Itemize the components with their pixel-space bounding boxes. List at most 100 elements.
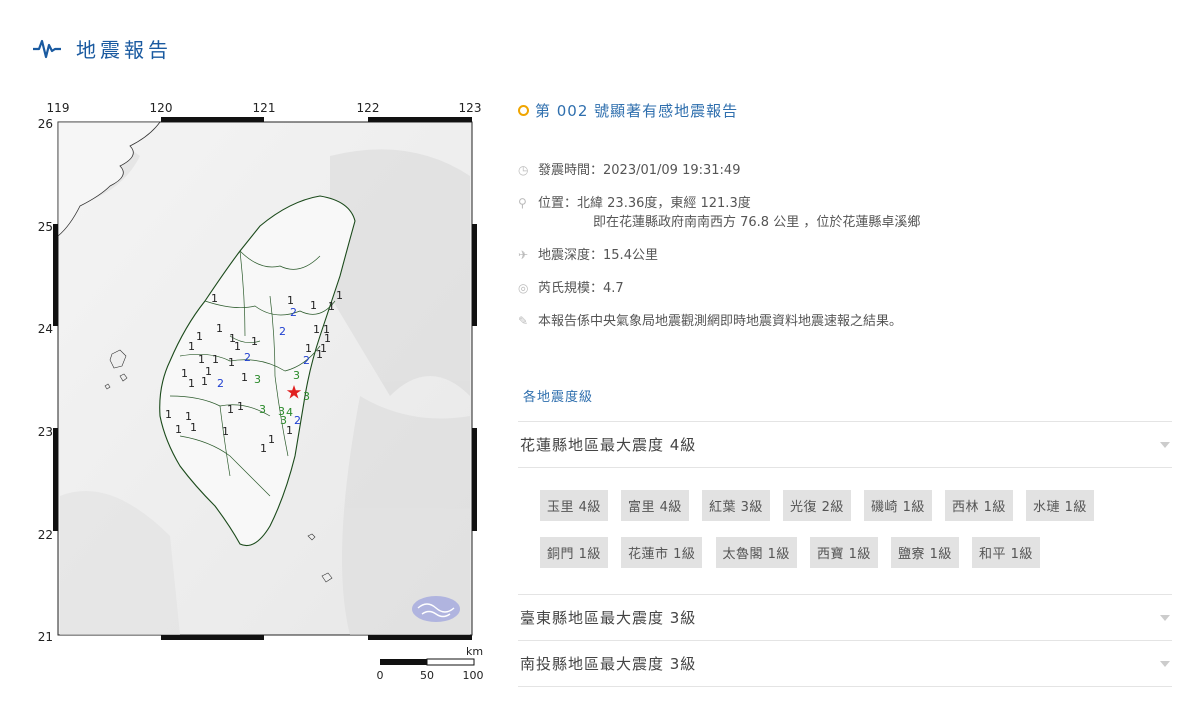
- svg-text:1: 1: [228, 356, 235, 369]
- lat-tick: 26: [38, 117, 53, 131]
- svg-text:3: 3: [303, 390, 310, 403]
- time-label: 發震時間：: [538, 163, 604, 178]
- station-chip: 西寶 1級: [810, 537, 878, 568]
- svg-text:2: 2: [279, 325, 286, 338]
- time-value: 2023/01/09 19:31:49: [603, 163, 741, 178]
- intensity-section-label: 各地震度級: [523, 390, 594, 405]
- station-chip: 鹽寮 1級: [891, 537, 959, 568]
- svg-text:2: 2: [244, 351, 251, 364]
- chevron-down-icon[interactable]: [1160, 660, 1170, 667]
- lon-labels: 119 120 121 122 123: [47, 101, 482, 115]
- lon-tick: 119: [47, 101, 70, 115]
- page-header: 地震報告: [32, 34, 172, 63]
- county-title: 臺東縣地區最大震度 3級: [520, 609, 697, 627]
- scale-unit: km: [466, 645, 483, 658]
- station-chip: 紅葉 3級: [702, 490, 770, 521]
- depth-icon: ✈: [518, 248, 529, 262]
- location-row: ⚲ 位置： 北緯 23.36度，東經 121.3度: [518, 194, 1178, 213]
- time-row: ◷ 發震時間： 2023/01/09 19:31:49: [518, 161, 1178, 180]
- magnitude-value: 4.7: [603, 281, 624, 296]
- svg-text:1: 1: [313, 323, 320, 336]
- svg-text:1: 1: [188, 377, 195, 390]
- location-sub: 即在花蓮縣政府南南西方 76.8 公里 ，位於花蓮縣卓溪鄉: [593, 215, 921, 230]
- scale-label: 50: [420, 669, 434, 682]
- scale-bar: km 0 50 100: [377, 645, 484, 682]
- station-list: 玉里 4級 富里 4級 紅葉 3級 光復 2級 磯崎 1級 西林 1級 水璉 1…: [540, 490, 1160, 584]
- county-taitung[interactable]: 臺東縣地區最大震度 3級: [518, 594, 1172, 640]
- depth-value: 15.4公里: [603, 248, 658, 263]
- svg-text:1: 1: [234, 340, 241, 353]
- lat-tick: 22: [38, 528, 53, 542]
- svg-text:1: 1: [198, 353, 205, 366]
- svg-text:2: 2: [217, 377, 224, 390]
- county-title: 南投縣地區最大震度 3級: [520, 655, 697, 673]
- page-title: 地震報告: [76, 38, 172, 62]
- station-chip: 磯崎 1級: [864, 490, 932, 521]
- svg-text:1: 1: [216, 322, 223, 335]
- lon-tick: 120: [150, 101, 173, 115]
- lat-tick: 24: [38, 322, 53, 336]
- report-info: ◷ 發震時間： 2023/01/09 19:31:49 ⚲ 位置： 北緯 23.…: [518, 161, 1178, 331]
- county-nantou[interactable]: 南投縣地區最大震度 3級: [518, 640, 1172, 686]
- ring-icon: [518, 105, 529, 116]
- report-heading: 第 002 號顯著有感地震報告: [518, 100, 1178, 121]
- svg-text:1: 1: [212, 353, 219, 366]
- lat-tick: 21: [38, 630, 53, 644]
- lon-tick: 122: [357, 101, 380, 115]
- svg-text:2: 2: [303, 354, 310, 367]
- station-chip: 太魯閣 1級: [715, 537, 797, 568]
- svg-text:1: 1: [175, 423, 182, 436]
- depth-row: ✈ 地震深度： 15.4公里: [518, 246, 1178, 265]
- svg-text:1: 1: [190, 421, 197, 434]
- station-chip: 和平 1級: [972, 537, 1040, 568]
- station-chip: 水璉 1級: [1026, 490, 1094, 521]
- svg-text:1: 1: [316, 348, 323, 361]
- svg-text:1: 1: [251, 335, 258, 348]
- scale-label: 0: [377, 669, 384, 682]
- lon-tick: 123: [459, 101, 482, 115]
- map-svg: 1 1 1 1 1 2 1 2 1 1 1 1 1 1 1 1 1 2 1 1 …: [38, 101, 484, 682]
- svg-text:1: 1: [165, 408, 172, 421]
- svg-text:1: 1: [181, 367, 188, 380]
- depth-label: 地震深度：: [538, 248, 604, 263]
- station-chip: 銅門 1級: [540, 537, 608, 568]
- lat-tick: 25: [38, 220, 53, 234]
- svg-text:3: 3: [259, 403, 266, 416]
- location-label: 位置：: [538, 196, 578, 211]
- county-hualien[interactable]: 花蓮縣地區最大震度 4級: [518, 421, 1172, 468]
- station-chip: 西林 1級: [945, 490, 1013, 521]
- station-chip: 光復 2級: [783, 490, 851, 521]
- chevron-down-icon[interactable]: [1160, 441, 1170, 448]
- svg-text:1: 1: [336, 289, 343, 302]
- lat-labels: 26 25 24 23 22 21: [38, 117, 53, 644]
- svg-text:3: 3: [293, 369, 300, 382]
- svg-text:1: 1: [196, 330, 203, 343]
- magnitude-label: 芮氏規模：: [538, 281, 604, 296]
- svg-text:1: 1: [201, 375, 208, 388]
- magnitude-icon: ◎: [518, 281, 529, 295]
- intensity-map[interactable]: 1 1 1 1 1 2 1 2 1 1 1 1 1 1 1 1 1 2 1 1 …: [30, 96, 490, 686]
- report-panel: 第 002 號顯著有感地震報告 ◷ 發震時間： 2023/01/09 19:31…: [518, 100, 1178, 345]
- svg-text:1: 1: [260, 442, 267, 455]
- svg-text:3: 3: [254, 373, 261, 386]
- svg-text:1: 1: [328, 300, 335, 313]
- svg-text:1: 1: [227, 403, 234, 416]
- pen-icon: ✎: [518, 314, 529, 328]
- svg-text:1: 1: [222, 425, 229, 438]
- svg-text:1: 1: [237, 400, 244, 413]
- lat-tick: 23: [38, 425, 53, 439]
- divider: [518, 686, 1172, 687]
- seismograph-icon: [33, 39, 61, 58]
- chevron-down-icon[interactable]: [1160, 614, 1170, 621]
- svg-text:1: 1: [241, 371, 248, 384]
- lon-tick: 121: [253, 101, 276, 115]
- report-title: 第 002 號顯著有感地震報告: [535, 102, 739, 120]
- svg-text:4: 4: [286, 406, 293, 419]
- svg-text:1: 1: [211, 292, 218, 305]
- clock-icon: ◷: [518, 163, 529, 177]
- scale-label: 100: [463, 669, 484, 682]
- svg-text:1: 1: [286, 424, 293, 437]
- station-chip: 花蓮市 1級: [621, 537, 703, 568]
- note-row: ✎ 本報告係中央氣象局地震觀測網即時地震資料地震速報之結果。: [518, 312, 1178, 331]
- svg-text:2: 2: [290, 306, 297, 319]
